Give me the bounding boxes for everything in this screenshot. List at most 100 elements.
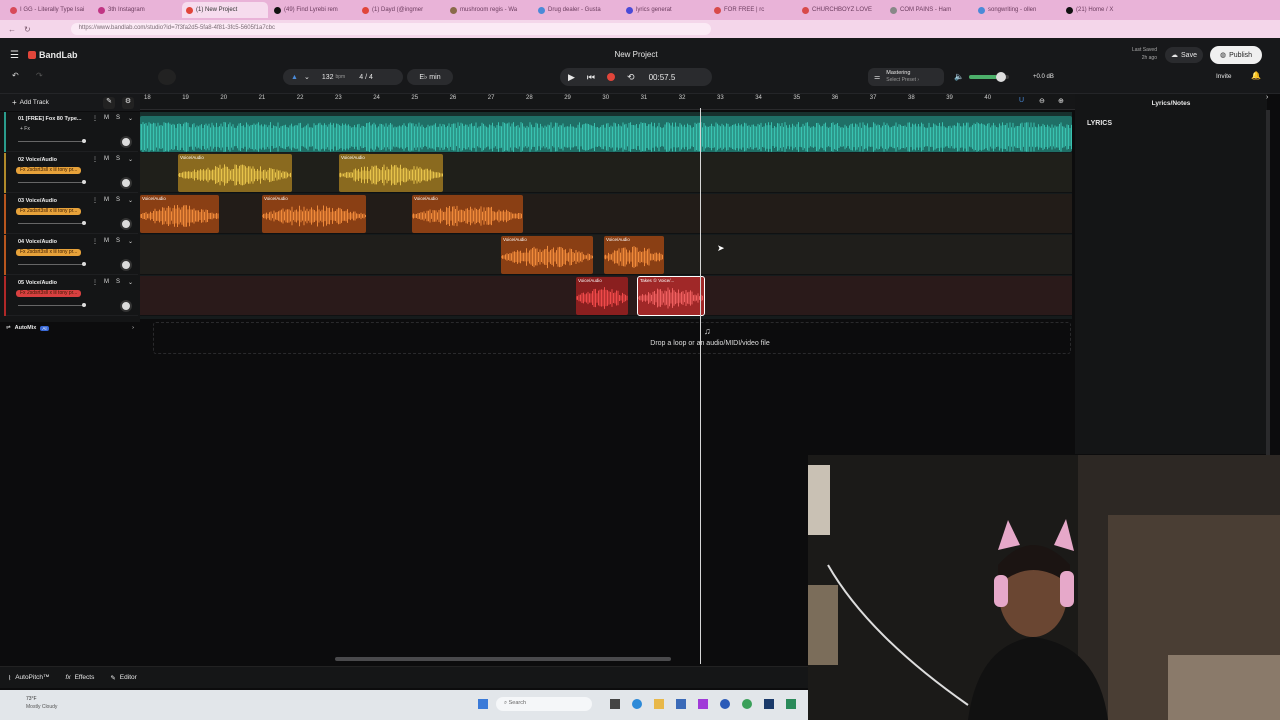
add-track-button[interactable]: + Add Track	[12, 98, 49, 107]
track-volume-handle[interactable]	[82, 262, 86, 266]
chevron-down-icon[interactable]: ⌄	[128, 238, 133, 245]
audio-clip[interactable]: Voice/Audio	[140, 195, 219, 233]
browser-tab[interactable]: (49) Find Lyrebi rem	[270, 2, 356, 18]
track-effect-tag[interactable]: Fx 2sdsrt3sll x lil tony pr...	[16, 167, 82, 174]
solo-button[interactable]: S	[116, 197, 120, 203]
effects-button[interactable]: fx Effects	[66, 674, 95, 681]
record-icon[interactable]	[607, 73, 616, 81]
track-lane[interactable]: Voice/Audio Voice/Audio	[140, 235, 1072, 275]
browser-tab[interactable]: Drug dealer - Gusta	[534, 2, 620, 18]
taskbar-search[interactable]: ⌕ Search	[496, 697, 592, 711]
track-header[interactable]: 01 [FREE] Fox 80 Type... + Fx ⋮ M S ⌄	[4, 112, 138, 152]
pencil-icon[interactable]: ✎	[103, 97, 115, 109]
browser-tab[interactable]: I GG - Literally Type Isai	[6, 2, 92, 18]
solo-button[interactable]: S	[116, 156, 120, 162]
solo-button[interactable]: S	[116, 115, 120, 121]
track-volume-slider[interactable]	[18, 305, 86, 306]
track-pan-knob[interactable]	[120, 136, 132, 148]
track-volume-handle[interactable]	[82, 180, 86, 184]
browser-tab[interactable]: songwriting - ollen	[974, 2, 1060, 18]
browser-tab[interactable]: (1) Dayd (@ingmer	[358, 2, 444, 18]
track-effect-tag[interactable]: Fx 2sdsrt3sll x lil tony pr...	[16, 208, 82, 215]
project-title[interactable]: New Project	[560, 50, 712, 59]
audio-clip[interactable]: Voice/Audio	[604, 236, 664, 274]
back-icon[interactable]: ←	[8, 25, 16, 34]
app-icon[interactable]	[698, 699, 708, 709]
audio-clip[interactable]: Voice/Audio	[339, 154, 443, 192]
track-lane[interactable]: Voice/Audio Voice/Audio Voice/Audio	[140, 194, 1072, 234]
mute-button[interactable]: M	[104, 115, 109, 121]
edge-icon[interactable]	[632, 699, 642, 709]
track-menu-icon[interactable]: ⋮	[92, 197, 98, 204]
address-bar[interactable]: https://www.bandlab.com/studio?id=7f3fa2…	[70, 23, 711, 35]
play-icon[interactable]: ▶	[568, 72, 575, 83]
track-lane[interactable]: Voice/Audio Takes ① Voice/...	[140, 276, 1072, 316]
chrome-icon[interactable]	[742, 699, 752, 709]
track-header[interactable]: 05 Voice/Audio Fx 2sdsrt3sll x lil tony p…	[4, 276, 138, 316]
audio-clip[interactable]	[140, 116, 1072, 152]
track-volume-handle[interactable]	[82, 139, 86, 143]
brand-logo[interactable]: BandLab	[28, 50, 78, 60]
bpm-value[interactable]: 132	[322, 74, 334, 81]
solo-button[interactable]: S	[116, 279, 120, 285]
track-menu-icon[interactable]: ⋮	[92, 156, 98, 163]
audio-clip[interactable]: Voice/Audio	[178, 154, 292, 192]
track-pan-knob[interactable]	[120, 218, 132, 230]
track-menu-icon[interactable]: ⋮	[92, 115, 98, 122]
timeline-ruler[interactable]: 18 19 20 21 22 23 24 25 26 27 28 29 30 31 32 33 34 35 36 37…	[140, 94, 1075, 110]
mastering-button[interactable]: ⚌ Mastering Select Preset ›	[868, 68, 944, 86]
track-header[interactable]: 04 Voice/Audio Fx 2sdsrt3sll x lil tony p…	[4, 235, 138, 275]
invite-button[interactable]: Invite	[1216, 73, 1232, 80]
mixer-icon[interactable]	[158, 69, 176, 85]
key-selector[interactable]: E♭ min	[407, 69, 453, 85]
close-panel-icon[interactable]: ›	[1266, 94, 1278, 110]
zoom-out-icon[interactable]: ⊖	[1039, 97, 1045, 105]
weather-temp[interactable]: 73°F	[26, 696, 37, 702]
solo-button[interactable]: S	[116, 238, 120, 244]
mute-button[interactable]: M	[104, 197, 109, 203]
loop-icon[interactable]: ⟲	[627, 72, 635, 83]
panel-scrollbar[interactable]	[1266, 110, 1270, 455]
store-icon[interactable]	[676, 699, 686, 709]
undo-icon[interactable]: ↶	[12, 71, 19, 80]
track-lane[interactable]	[140, 112, 1072, 152]
audio-clip[interactable]: Takes ① Voice/...	[637, 276, 705, 316]
track-volume-slider[interactable]	[18, 182, 86, 183]
mute-button[interactable]: M	[104, 238, 109, 244]
chevron-down-icon[interactable]: ⌄	[128, 115, 133, 122]
browser-tab[interactable]: (1) New Project	[182, 2, 268, 18]
audio-clip[interactable]: Voice/Audio	[262, 195, 366, 233]
browser-tab[interactable]: CHURCHBOYZ LOVE	[798, 2, 884, 18]
settings-icon[interactable]: ⚙	[122, 97, 134, 109]
mute-button[interactable]: M	[104, 156, 109, 162]
track-lane[interactable]: Voice/Audio Voice/Audio	[140, 153, 1072, 193]
track-pan-knob[interactable]	[120, 259, 132, 271]
playhead[interactable]	[700, 108, 701, 664]
track-name[interactable]: 04 Voice/Audio	[18, 239, 57, 245]
browser-tab[interactable]: lyrics generat	[622, 2, 708, 18]
track-volume-slider[interactable]	[18, 264, 86, 265]
autopitch-button[interactable]: ⌇ AutoPitch™	[8, 674, 50, 682]
track-menu-icon[interactable]: ⋮	[92, 279, 98, 286]
track-effect-tag[interactable]: Fx 2sdsrt3sll x lil tony pr...	[16, 290, 82, 297]
task-view-icon[interactable]	[610, 699, 620, 709]
browser-tab[interactable]: (21) Home / X	[1062, 2, 1148, 18]
windows-start-icon[interactable]	[478, 699, 488, 709]
speaker-icon[interactable]: 🔈	[954, 72, 964, 81]
reload-icon[interactable]: ↻	[24, 25, 31, 34]
browser-tab[interactable]: COM PAINS - Ham	[886, 2, 972, 18]
audio-clip[interactable]: Voice/Audio	[501, 236, 593, 274]
skip-back-icon[interactable]: ⏮	[587, 72, 595, 83]
steam-icon[interactable]	[764, 699, 774, 709]
store-bag-icon[interactable]	[786, 699, 796, 709]
track-effect-tag[interactable]: + Fx	[16, 126, 34, 133]
track-header[interactable]: 03 Voice/Audio Fx 2sdsrt3sll x lil tony p…	[4, 194, 138, 234]
drop-zone[interactable]	[153, 322, 1071, 354]
publish-button[interactable]: ◍ Publish	[1210, 46, 1262, 64]
track-pan-knob[interactable]	[120, 177, 132, 189]
track-volume-slider[interactable]	[18, 141, 86, 142]
audio-clip[interactable]: Voice/Audio	[576, 277, 628, 315]
track-name[interactable]: 02 Voice/Audio	[18, 157, 57, 163]
chevron-down-icon[interactable]: ⌄	[128, 279, 133, 286]
time-signature[interactable]: 4 / 4	[359, 74, 373, 81]
